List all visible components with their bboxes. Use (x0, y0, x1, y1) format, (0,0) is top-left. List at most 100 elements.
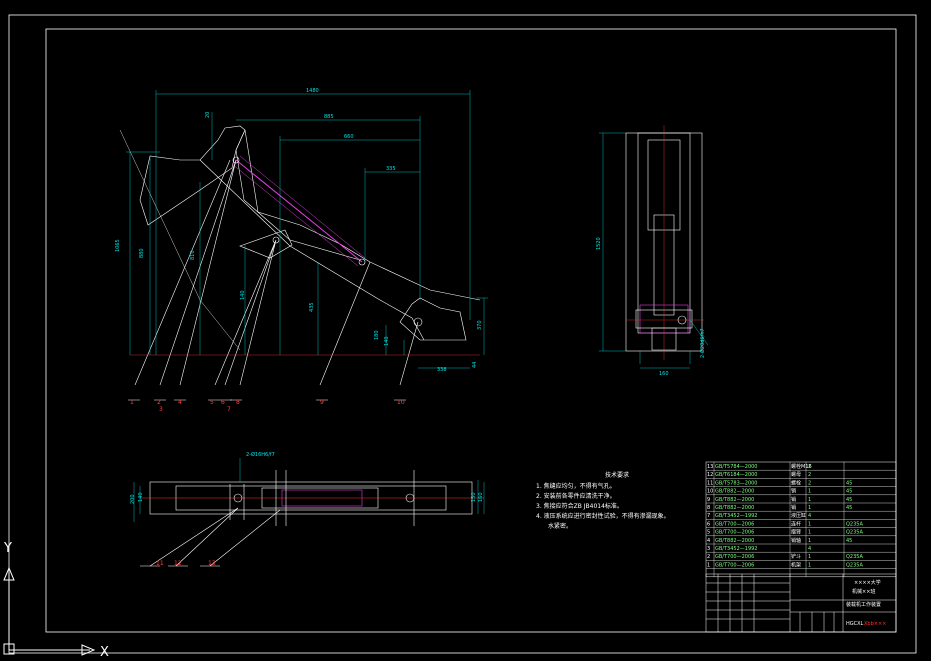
dim-tol-plan: 2-Ø16H6/f7 (246, 451, 275, 458)
link-plate (239, 229, 293, 259)
dim-44: 44 (472, 362, 478, 368)
bom-cell-no: 10 (707, 489, 713, 495)
bom-cell-code: GB/T882—2000 (715, 489, 754, 495)
dim-140-plan: 140 (138, 492, 144, 502)
part-label-2: 2 (157, 399, 161, 406)
dim-660: 660 (344, 134, 354, 140)
bom-cell-name: 销轴 (791, 537, 801, 544)
tb-drawing-no: HGCXL (846, 621, 864, 627)
ucs-y-label: Y (3, 541, 12, 556)
elevation-view (119, 125, 481, 386)
bom-cell-code: GB/T882—2000 (715, 505, 754, 511)
dim-140: 140 (240, 290, 246, 300)
note-3: 3. 焦接应符合ZB JB4014标准。 (536, 502, 623, 510)
reference-line (119, 129, 241, 351)
part-label-1: 1 (130, 399, 134, 406)
bom-cell-code: GB/T3452—1992 (715, 546, 758, 552)
dim-435: 435 (309, 302, 315, 312)
bom-cell-no: 6 (707, 521, 710, 527)
bom-cell-qty: 4 (808, 546, 811, 552)
bom-cell-mat: 45 (846, 480, 852, 486)
bom-cell-code: GB/T700—2006 (715, 521, 754, 527)
title-block-texts: ××××大学 机械××班 装载机工作装置 HGCXL Xbb××× (846, 579, 886, 627)
frame-edge (235, 129, 481, 301)
dim-810: 810 (190, 250, 196, 260)
tb-drawing-name: 装载机工作装置 (846, 601, 881, 608)
bom-table: 13 GB/T5784—2000 螺栓M16212 GB/T6184—2000 螺母 21… (705, 461, 897, 578)
bom-cell-qty: 2 (808, 472, 811, 478)
technical-notes: 技术要求 1. 焦缝应均匀，不得有气孔。 2. 安装前各零件应清洗干净。 3. … (536, 471, 670, 530)
bom-cell-code: GB/T700—2006 (715, 530, 754, 536)
bucket-tip (399, 297, 467, 341)
dim-160-plan: 160 (478, 492, 484, 502)
dim-1065: 1065 (115, 239, 121, 252)
note-5: 水紧密。 (536, 522, 572, 530)
bom-cell-qty: 2 (808, 464, 811, 470)
bom-cell-qty: 1 (808, 521, 811, 527)
note-2: 2. 安装前各零件应清洗干净。 (536, 492, 616, 500)
dim-335: 335 (386, 166, 396, 172)
dim-150: 150 (471, 492, 477, 502)
part-label-10: 10 (397, 399, 405, 406)
bom-cell-name: 铲斗 (791, 553, 801, 560)
cad-drawing-canvas[interactable]: 1480 885 660 335 20 1065 880 810 435 140… (0, 0, 931, 661)
bom-cell-code: GB/T3452—1992 (715, 513, 758, 519)
part-label-8: 8 (236, 399, 240, 406)
dim-370: 370 (477, 320, 483, 330)
bom-cell-qty: 1 (808, 489, 811, 495)
bom-cell-qty: 1 (808, 538, 811, 544)
bom-cell-code: GB/T700—2006 (715, 554, 754, 560)
bom-cell-no: 1 (707, 562, 710, 568)
bom-cell-qty: 1 (808, 530, 811, 536)
bom-cell-name: 摆臂 (791, 529, 801, 536)
boom-lower-edge (199, 159, 425, 341)
dim-tol-side: 2-Ø20d6/h7 (699, 328, 706, 358)
bom-cell-name: 液压缸 (791, 512, 806, 519)
dim-880: 880 (139, 248, 145, 258)
bom-cell-qty: 1 (808, 497, 811, 503)
bom-cell-code: GB/T882—2000 (715, 497, 754, 503)
dim-140b: 140 (384, 336, 390, 346)
bom-cell-qty: 1 (808, 562, 811, 568)
bom-cell-mat: 45 (846, 497, 852, 503)
bom-cell-mat: 45 (846, 538, 852, 544)
bom-cell-no: 4 (707, 538, 710, 544)
bom-cell-name: 机架 (791, 561, 801, 568)
bom-cell-name: 螺母 (791, 471, 801, 478)
bom-cell-mat: Q235A (846, 521, 863, 527)
note-1: 1. 焦缝应均匀，不得有气孔。 (536, 482, 616, 490)
bom-cell-qty: 2 (808, 480, 811, 486)
frame-upper-edge (235, 149, 361, 261)
dim-1520: 1520 (596, 237, 602, 250)
bom-cell-name: 销 (791, 496, 796, 503)
bom-cell-mat: 45 (846, 489, 852, 495)
dim-160-side: 160 (659, 371, 669, 377)
dim-338: 338 (437, 367, 447, 373)
notes-title: 技术要求 (605, 471, 629, 479)
part-label-7: 7 (227, 406, 231, 413)
part-label-4: 4 (178, 399, 182, 406)
bucket-outline (139, 125, 246, 226)
bom-cell-no: 5 (707, 530, 710, 536)
bom-cell-qty: 4 (808, 513, 811, 519)
bom-cell-name: 螺栓 (791, 479, 801, 486)
bom-cell-no: 13 (707, 464, 713, 470)
ucs-icon (3, 566, 96, 656)
side-view (625, 125, 704, 360)
part-label-6: 6 (221, 399, 225, 406)
bom-cell-no: 8 (707, 505, 710, 511)
part-label-13: 13 (208, 560, 216, 567)
note-4: 4. 液压系统应进行密封性试验，不得有渗漏现象。 (536, 512, 670, 520)
dim-1480: 1480 (306, 88, 319, 94)
bom-cell-qty: 1 (808, 505, 811, 511)
bom-cell-name: 销 (791, 488, 796, 495)
bom-cell-no: 2 (707, 554, 710, 560)
elevation-dimensions (126, 90, 488, 369)
bom-cell-code: GB/T882—2000 (715, 538, 754, 544)
part-label-texts-top: 1 2 3 4 5 6 7 8 9 10 (130, 399, 405, 413)
plan-view (140, 470, 484, 567)
tb-drawing-no-red: Xbb××× (864, 621, 886, 627)
part-label-12: 12 (174, 560, 182, 567)
bom-cell-no: 3 (707, 546, 710, 552)
elevation-dimension-texts: 1480 885 660 335 20 1065 880 810 435 140… (115, 88, 483, 373)
